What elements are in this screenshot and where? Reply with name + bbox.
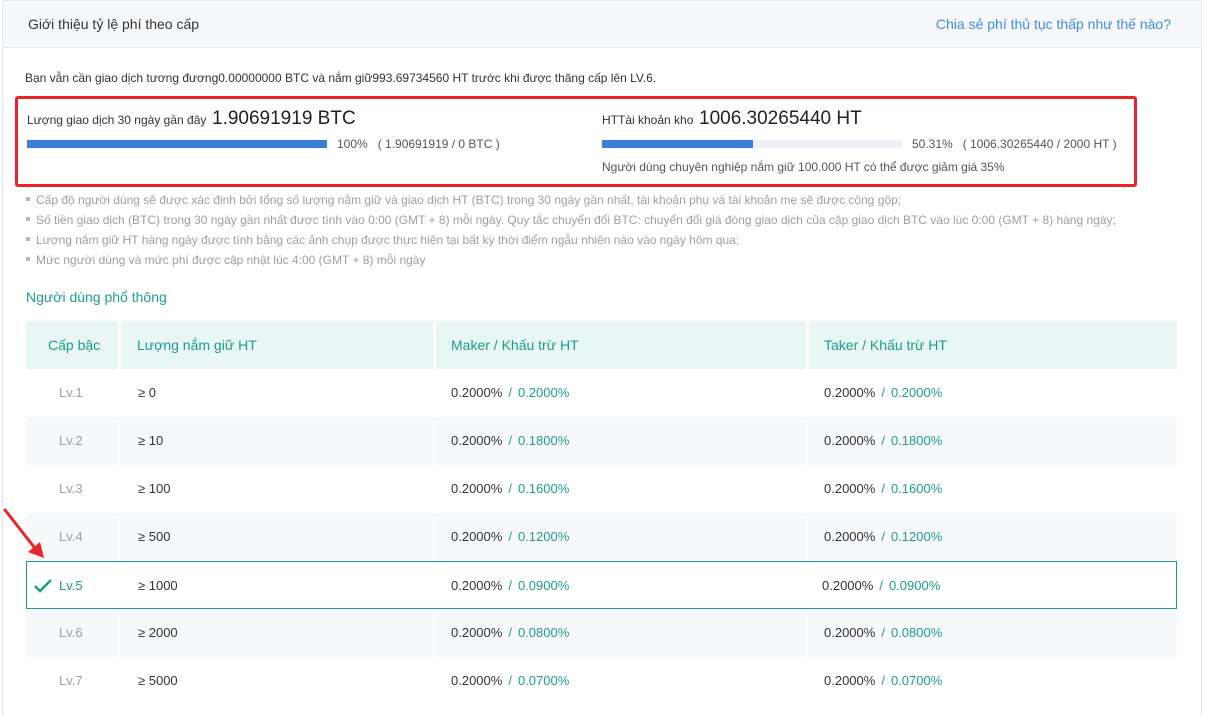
red-arrow-icon (3, 508, 44, 558)
holding-cell: ≥ 100 (138, 481, 171, 496)
holding-progress-text: 50.31% ( 1006.30265440 / 2000 HT ) (912, 137, 1117, 151)
table-row: Lv.1 ≥ 0 0.2000%/0.2000% 0.2000%/0.2000% (26, 369, 1177, 417)
bullet-icon (26, 256, 30, 261)
note-item: Mức người dùng và mức phí được cập nhật … (26, 250, 1116, 270)
maker-fee-cell: 0.2000%/0.1200% (451, 529, 570, 544)
holding-value: 1006.30265440 HT (699, 108, 862, 129)
maker-fee-cell: 0.2000%/0.0700% (451, 673, 570, 688)
column-separator (119, 465, 120, 513)
table-row: Lv.2 ≥ 10 0.2000%/0.1800% 0.2000%/0.1800% (26, 417, 1177, 465)
holding-cell: ≥ 2000 (138, 625, 178, 640)
taker-fee-cell: 0.2000%/0.1800% (824, 433, 943, 448)
volume-value: 1.90691919 BTC (212, 108, 356, 129)
column-separator (807, 465, 808, 513)
table-body: Lv.1 ≥ 0 0.2000%/0.2000% 0.2000%/0.2000% Lv.… (26, 369, 1177, 705)
column-separator (434, 609, 435, 657)
upgrade-notice: Bạn vẫn cần giao dịch tương đương0.00000… (25, 71, 657, 85)
column-separator (434, 465, 435, 513)
level-cell: Lv.5 (59, 578, 83, 593)
column-separator (434, 513, 435, 561)
volume-label: Lượng giao dịch 30 ngày gần đây (27, 113, 207, 127)
pro-user-note: Người dùng chuyên nghiệp nắm giữ 100.000… (602, 160, 1005, 174)
volume-progress-text: 100% ( 1.90691919 / 0 BTC ) (337, 137, 500, 151)
maker-fee-cell: 0.2000%/0.1600% (451, 481, 570, 496)
taker-fee-cell: 0.2000%/0.0900% (822, 578, 941, 593)
volume-progress-fill (27, 140, 327, 148)
level-cell: Lv.2 (59, 433, 83, 448)
column-separator (119, 369, 120, 417)
holding-progress-fill (602, 140, 753, 148)
column-separator (807, 657, 808, 705)
table-row: Lv.5 ≥ 1000 0.2000%/0.0900% 0.2000%/0.0900% (26, 561, 1177, 609)
bullet-icon (26, 216, 30, 221)
holding-cell: ≥ 1000 (138, 578, 178, 593)
fee-table: Cấp bậc Lượng nắm giữ HT Maker / Khấu tr… (26, 321, 1177, 705)
header-holding: Lượng nắm giữ HT (121, 321, 433, 369)
column-separator (119, 417, 120, 465)
volume-progress-bar (27, 140, 327, 148)
taker-fee-cell: 0.2000%/0.0800% (824, 625, 943, 640)
level-cell: Lv.4 (59, 529, 83, 544)
note-item: Lượng nắm giữ HT hàng ngày được tính bằn… (26, 230, 1116, 250)
taker-fee-cell: 0.2000%/0.0700% (824, 673, 943, 688)
maker-fee-cell: 0.2000%/0.1800% (451, 433, 570, 448)
bullet-icon (26, 196, 30, 201)
panel-header: Giới thiệu tỷ lệ phí theo cấp Chia sẻ ph… (3, 1, 1201, 48)
holding-progress-bar (602, 140, 902, 148)
column-separator (119, 657, 120, 705)
column-separator (807, 369, 808, 417)
check-icon (34, 579, 52, 593)
holding-cell: ≥ 10 (138, 433, 164, 448)
maker-fee-cell: 0.2000%/0.0900% (451, 578, 570, 593)
holding-cell: ≥ 0 (138, 385, 156, 400)
taker-fee-cell: 0.2000%/0.2000% (824, 385, 943, 400)
maker-fee-cell: 0.2000%/0.0800% (451, 625, 570, 640)
note-item: Số tiền giao dịch (BTC) trong 30 ngày gầ… (26, 210, 1116, 230)
table-header: Cấp bậc Lượng nắm giữ HT Maker / Khấu tr… (26, 321, 1177, 369)
holding-cell: ≥ 500 (138, 529, 171, 544)
table-row: Lv.7 ≥ 5000 0.2000%/0.0700% 0.2000%/0.0700% (26, 657, 1177, 705)
header-maker: Maker / Khấu trừ HT (436, 321, 806, 369)
fee-notes: Cấp độ người dùng sẽ được xác định bởi t… (26, 190, 1116, 270)
stats-highlight-box: Lượng giao dịch 30 ngày gần đây 1.906919… (15, 96, 1137, 187)
header-taker: Taker / Khấu trừ HT (809, 321, 1177, 369)
table-row: Lv.6 ≥ 2000 0.2000%/0.0800% 0.2000%/0.0800% (26, 609, 1177, 657)
column-separator (807, 609, 808, 657)
holding-label: HTTài khoản kho (602, 113, 694, 127)
column-separator (119, 609, 120, 657)
level-cell: Lv.6 (59, 625, 83, 640)
column-separator (434, 417, 435, 465)
table-row: Lv.3 ≥ 100 0.2000%/0.1600% 0.2000%/0.1600% (26, 465, 1177, 513)
note-item: Cấp độ người dùng sẽ được xác định bởi t… (26, 190, 1116, 210)
bullet-icon (26, 236, 30, 241)
taker-fee-cell: 0.2000%/0.1200% (824, 529, 943, 544)
column-separator (119, 513, 120, 561)
column-separator (434, 369, 435, 417)
column-separator (807, 417, 808, 465)
fee-share-link[interactable]: Chia sẻ phí thủ tục thấp như thế nào? (936, 16, 1171, 32)
taker-fee-cell: 0.2000%/0.1600% (824, 481, 943, 496)
level-cell: Lv.3 (59, 481, 83, 496)
column-separator (434, 657, 435, 705)
section-title: Người dùng phổ thông (26, 289, 167, 305)
holding-cell: ≥ 5000 (138, 673, 178, 688)
column-separator (807, 513, 808, 561)
level-cell: Lv.1 (59, 385, 83, 400)
table-row: Lv.4 ≥ 500 0.2000%/0.1200% 0.2000%/0.1200% (26, 513, 1177, 561)
maker-fee-cell: 0.2000%/0.2000% (451, 385, 570, 400)
header-level: Cấp bậc (26, 321, 118, 369)
level-cell: Lv.7 (59, 673, 83, 688)
page-title: Giới thiệu tỷ lệ phí theo cấp (28, 16, 200, 32)
